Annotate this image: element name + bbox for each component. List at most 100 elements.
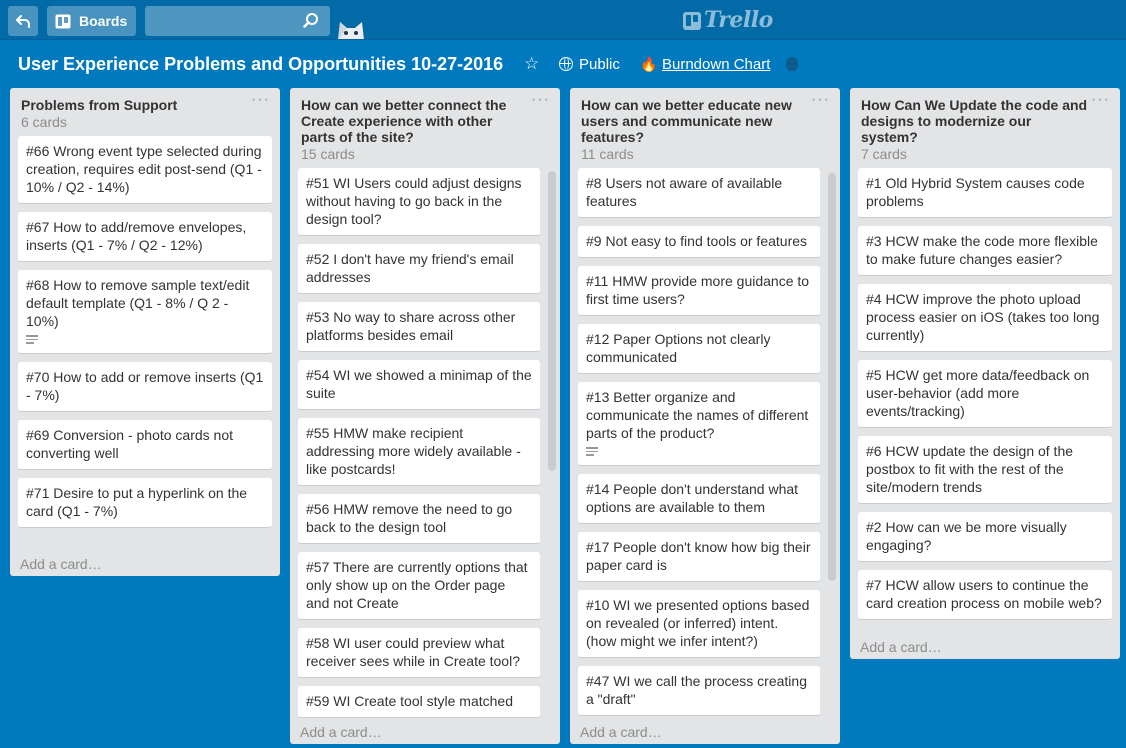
card-count: 7 cards [861, 146, 907, 162]
card-text: #59 WI Create tool style matched [306, 693, 513, 709]
card-text: #5 HCW get more data/feedback on user-be… [866, 367, 1090, 419]
card[interactable]: #57 There are currently options that onl… [298, 552, 540, 620]
card[interactable]: #14 People don't understand what options… [578, 473, 820, 524]
card[interactable]: #66 Wrong event type selected during cre… [18, 136, 272, 204]
card[interactable]: #52 I don't have my friend's email addre… [298, 244, 540, 294]
card-text: #6 HCW update the design of the postbox … [866, 443, 1074, 495]
globe-icon [559, 57, 573, 71]
visibility-label: Public [579, 56, 620, 73]
card[interactable]: #71 Desire to put a hyperlink on the car… [18, 477, 272, 528]
card[interactable]: #70 How to add or remove inserts (Q1 - 7… [18, 361, 272, 412]
card[interactable]: #3 HCW make the code more flexible to ma… [858, 226, 1112, 276]
list-title[interactable]: How Can We Update the code and designs t… [861, 97, 1090, 145]
card-text: #67 How to add/remove envelopes, inserts… [26, 219, 247, 253]
back-arrow-icon [16, 15, 30, 28]
card-count: 11 cards [581, 146, 634, 162]
card[interactable]: #59 WI Create tool style matched [298, 686, 540, 718]
card[interactable]: #17 People don't know how big their pape… [578, 531, 820, 582]
list-menu-icon[interactable]: ··· [251, 91, 270, 109]
card-text: #8 Users not aware of available features [586, 175, 783, 209]
card[interactable]: #10 WI we presented options based on rev… [578, 589, 820, 658]
card-text: #12 Paper Options not clearly communicat… [586, 331, 771, 365]
card-text: #51 WI Users could adjust designs withou… [306, 175, 522, 227]
add-card-button[interactable]: Add a card… [10, 550, 280, 580]
card[interactable]: #69 Conversion - photo cards not convert… [18, 419, 272, 470]
burndown-chart-link[interactable]: Burndown Chart [662, 56, 770, 73]
card[interactable]: #2 How can we be more visually engaging? [858, 512, 1112, 562]
list-educate-new-users: How can we better educate new users and … [570, 88, 840, 744]
card-text: #54 WI we showed a minimap of the suite [306, 367, 532, 401]
add-card-button[interactable]: Add a card… [290, 718, 560, 748]
card[interactable]: #1 Old Hybrid System causes code problem… [858, 168, 1112, 218]
card[interactable]: #67 How to add/remove envelopes, inserts… [18, 212, 272, 262]
list-scrollbar[interactable] [548, 171, 556, 471]
card-text: #68 How to remove sample text/edit defau… [26, 277, 250, 329]
search-icon [303, 13, 318, 28]
card[interactable]: #9 Not easy to find tools or features [578, 226, 820, 258]
card-text: #10 WI we presented options based on rev… [586, 596, 810, 649]
card[interactable]: #58 WI user could preview what receiver … [298, 628, 540, 678]
card-text: #9 Not easy to find tools or features [586, 233, 808, 249]
list-menu-icon[interactable]: ··· [1091, 91, 1110, 109]
card-text: #17 People don't know how big their pape… [586, 538, 811, 573]
card[interactable]: #7 HCW allow users to continue the card … [858, 570, 1112, 620]
card[interactable]: #56 HMW remove the need to go back to th… [298, 494, 540, 544]
list-menu-icon[interactable]: ··· [811, 91, 830, 109]
card-list: #66 Wrong event type selected during cre… [10, 131, 280, 550]
add-card-button[interactable]: Add a card… [570, 718, 840, 748]
card-text: #3 HCW make the code more flexible to ma… [866, 233, 1098, 267]
card-text: #2 How can we be more visually engaging? [866, 519, 1067, 553]
list-scrollbar[interactable] [828, 173, 836, 581]
card[interactable]: #68 How to remove sample text/edit defau… [18, 270, 272, 354]
card[interactable]: #51 WI Users could adjust designs withou… [298, 168, 540, 236]
card[interactable]: #12 Paper Options not clearly communicat… [578, 324, 820, 374]
list-menu-icon[interactable]: ··· [531, 91, 550, 109]
taco-mascot-icon [338, 22, 364, 40]
card-list: #1 Old Hybrid System causes code problem… [850, 163, 1120, 633]
card-text: #53 No way to share across other platfor… [306, 309, 516, 343]
card[interactable]: #5 HCW get more data/feedback on user-be… [858, 360, 1112, 428]
card-text: #52 I don't have my friend's email addre… [306, 251, 514, 285]
card-text: #56 HMW remove the need to go back to th… [306, 501, 513, 535]
card-count: 6 cards [21, 114, 67, 130]
list-title[interactable]: How can we better connect the Create exp… [301, 97, 530, 145]
card[interactable]: #13 Better organize and communicate the … [578, 382, 820, 466]
card[interactable]: #47 WI we call the process creating a "d… [578, 665, 820, 716]
flame-icon: 🔥 [640, 56, 658, 72]
list-header: How can we better connect the Create exp… [290, 88, 560, 163]
add-card-button[interactable]: Add a card… [850, 633, 1120, 663]
trello-logo[interactable]: Trello [683, 7, 803, 34]
card-text: #11 HMW provide more guidance to first t… [586, 273, 810, 307]
card-text: #69 Conversion - photo cards not convert… [26, 426, 234, 461]
description-icon [586, 447, 598, 456]
trello-logo-icon [683, 12, 701, 30]
back-button[interactable] [8, 6, 38, 36]
boards-button[interactable]: Boards [47, 6, 136, 36]
star-icon[interactable]: ☆ [524, 54, 539, 74]
card[interactable]: #53 No way to share across other platfor… [298, 302, 540, 352]
list-title[interactable]: How can we better educate new users and … [581, 97, 810, 145]
card-text: #14 People don't understand what options… [586, 480, 799, 515]
card-text: #1 Old Hybrid System causes code problem… [866, 175, 1085, 209]
card[interactable]: #54 WI we showed a minimap of the suite [298, 360, 540, 410]
card[interactable]: #11 HMW provide more guidance to first t… [578, 266, 820, 316]
card-text: #13 Better organize and communicate the … [586, 389, 809, 441]
card[interactable]: #6 HCW update the design of the postbox … [858, 436, 1112, 504]
card[interactable]: #4 HCW improve the photo upload process … [858, 284, 1112, 352]
card[interactable]: #55 HMW make recipient addressing more w… [298, 418, 540, 486]
card[interactable]: #8 Users not aware of available features [578, 168, 820, 218]
search-input[interactable] [145, 6, 330, 36]
list-header: Problems from Support 6 cards ··· [10, 88, 280, 131]
card-text: #70 How to add or remove inserts (Q1 - 7… [26, 368, 264, 403]
board-title[interactable]: User Experience Problems and Opportuniti… [18, 54, 503, 75]
list-title[interactable]: Problems from Support [21, 97, 250, 113]
list-header: How Can We Update the code and designs t… [850, 88, 1120, 163]
card-text: #71 Desire to put a hyperlink on the car… [26, 484, 248, 519]
boards-label: Boards [79, 13, 128, 29]
card-text: #7 HCW allow users to continue the card … [866, 577, 1102, 611]
visibility-button[interactable]: Public [559, 56, 620, 73]
card-text: #4 HCW improve the photo upload process … [866, 291, 1100, 343]
top-header-bar: Boards Trello [0, 0, 1126, 40]
list-update-code-and-designs: How Can We Update the code and designs t… [850, 88, 1120, 659]
avatar[interactable] [786, 57, 798, 71]
